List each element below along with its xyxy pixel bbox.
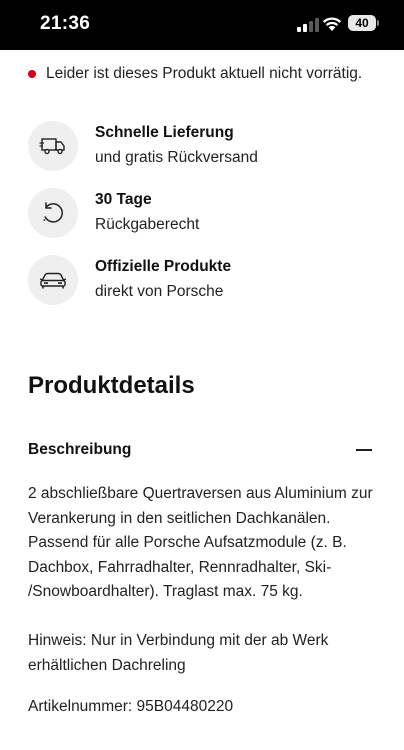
feature-title: Offizielle Produkte [95, 258, 232, 275]
return-cycle-icon [43, 202, 63, 223]
feature-subtitle: und gratis Rückversand [95, 149, 258, 166]
status-time: 21:36 [40, 13, 91, 34]
hint-line: erhältlichen Dachreling [28, 656, 186, 674]
article-number: Artikelnummer: 95B04480220 [28, 698, 234, 715]
feature-icon-circle [28, 188, 78, 238]
description-line: 2 abschließbare Quertraversen aus Alumin… [28, 485, 373, 502]
description-line: Passend für alle Porsche Aufsatzmodule (… [28, 534, 347, 551]
description-line: Dachbox, Fahrradhalter, Rennradhalter, S… [28, 558, 332, 576]
battery-tip [377, 20, 379, 26]
battery-indicator: 40 [348, 15, 376, 31]
feature-official: Offizielle Produkte direkt von Porsche [28, 255, 388, 307]
cellular-signal-icon [297, 18, 319, 32]
feature-delivery: Schnelle Lieferung und gratis Rückversan… [28, 121, 388, 173]
feature-returns: 30 Tage Rückgaberecht [28, 188, 388, 240]
description-line: /Snowboardhalter). Traglast max. 75 kg. [28, 583, 303, 600]
car-icon [39, 272, 67, 289]
availability-text: Leider ist dieses Produkt aktuell nicht … [46, 65, 363, 82]
hint-line: Hinweis: Nur in Verbindung mit der ab We… [28, 632, 329, 649]
availability-notice: Leider ist dieses Produkt aktuell nicht … [28, 62, 362, 86]
description-line: Verankerung in den seitlichen Dachkanäle… [28, 509, 331, 527]
description-accordion-header[interactable]: Beschreibung [28, 438, 374, 464]
feature-subtitle: Rückgaberecht [95, 216, 200, 233]
description-content: 2 abschließbare Quertraversen aus Alumin… [28, 482, 380, 720]
feature-subtitle: direkt von Porsche [95, 283, 224, 300]
feature-title: Schnelle Lieferung [95, 124, 234, 141]
delivery-truck-icon [39, 138, 65, 155]
status-bar: 21:36 40 [0, 0, 404, 50]
feature-icon-circle [28, 121, 78, 171]
accordion-label: Beschreibung [28, 441, 132, 458]
out-of-stock-dot-icon [28, 70, 36, 78]
feature-icon-circle [28, 255, 78, 305]
collapse-minus-icon[interactable] [356, 449, 372, 451]
wifi-icon [322, 17, 342, 31]
product-details-heading: Produktdetails [28, 372, 195, 399]
feature-title: 30 Tage [95, 191, 152, 208]
